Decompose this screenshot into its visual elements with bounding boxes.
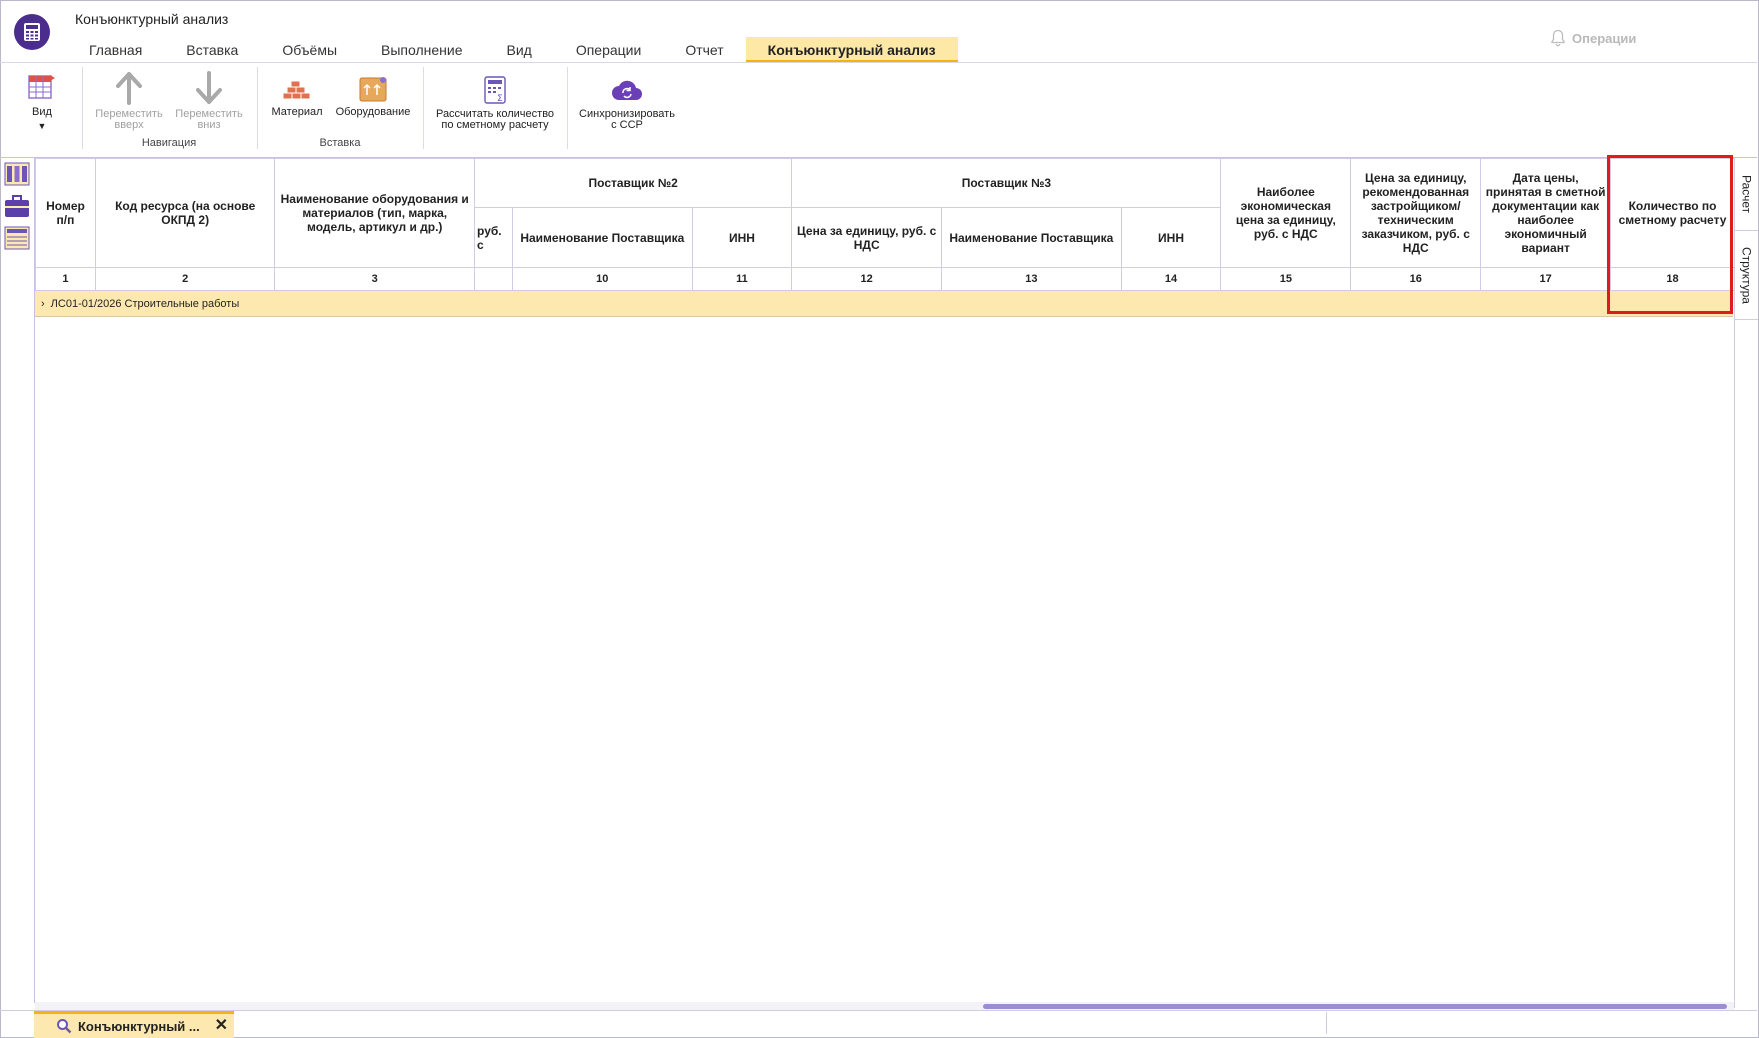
header-economic-price[interactable]: Наиболее экономическая цена за единицу, … bbox=[1220, 158, 1352, 268]
header-resource-code[interactable]: Код ресурса (на основе ОКПД 2) bbox=[94, 158, 276, 268]
columns-icon[interactable] bbox=[4, 161, 30, 187]
view-label: Вид bbox=[32, 106, 52, 118]
ribbon: Вид ▼ Переместить вверх Переместить вниз… bbox=[0, 63, 1757, 157]
operations-button[interactable]: Операции bbox=[1550, 29, 1636, 47]
arrow-up-icon bbox=[116, 72, 142, 105]
estimate-calc-icon: Σ bbox=[484, 76, 506, 104]
col-number-11: 11 bbox=[691, 267, 793, 291]
header-price-date[interactable]: Дата цены, принятая в сметной документац… bbox=[1480, 158, 1612, 268]
col-number-9 bbox=[474, 267, 513, 291]
header-supplier2-inn[interactable]: ИНН bbox=[691, 207, 793, 268]
toolbox-icon[interactable] bbox=[4, 193, 30, 219]
group-row-label: ЛС01-01/2026 Строительные работы bbox=[50, 297, 240, 310]
horizontal-scrollbar[interactable] bbox=[35, 1002, 1734, 1010]
side-tab-structure[interactable]: Структура bbox=[1735, 231, 1758, 320]
header-supplier-2: Поставщик №2 bbox=[474, 158, 793, 208]
tab-report[interactable]: Отчет bbox=[663, 37, 745, 63]
calculator-icon bbox=[24, 23, 40, 41]
navigation-group-label: Навигация bbox=[141, 137, 197, 149]
close-icon[interactable]: ✕ bbox=[215, 1015, 228, 1035]
col-number-2: 2 bbox=[94, 267, 276, 291]
ribbon-separator bbox=[567, 67, 568, 149]
grid-header: Номер п/п Код ресурса (на основе ОКПД 2)… bbox=[35, 158, 1735, 291]
equipment-label: Оборудование bbox=[335, 106, 411, 118]
tab-execution[interactable]: Выполнение bbox=[359, 37, 484, 63]
bricks-icon bbox=[282, 80, 311, 100]
header-name[interactable]: Наименование оборудования и материалов (… bbox=[274, 158, 476, 268]
header-supplier3-name[interactable]: Наименование Поставщика bbox=[941, 207, 1122, 268]
col-number-1: 1 bbox=[35, 267, 96, 291]
col-number-14: 14 bbox=[1120, 267, 1222, 291]
col-number-17: 17 bbox=[1480, 267, 1612, 291]
document-tabs: Конъюнктурный ... ✕ bbox=[0, 1010, 1757, 1038]
move-up-line2: вверх bbox=[114, 119, 144, 131]
tab-view[interactable]: Вид bbox=[485, 37, 554, 63]
tab-market-analysis[interactable]: Конъюнктурный анализ bbox=[745, 37, 958, 63]
app-title: Конъюнктурный анализ bbox=[75, 11, 229, 27]
right-side-panel: Расчет Структура bbox=[1734, 158, 1758, 1008]
calc-quantity-line2: по сметному расчету bbox=[441, 119, 549, 131]
ribbon-separator bbox=[257, 67, 258, 149]
table-view-icon bbox=[28, 75, 55, 99]
analysis-grid: Номер п/п Код ресурса (на основе ОКПД 2)… bbox=[34, 158, 1736, 1003]
app-logo[interactable] bbox=[14, 14, 50, 50]
header-supplier3-inn[interactable]: ИНН bbox=[1120, 207, 1222, 268]
document-tab-label: Конъюнктурный ... bbox=[78, 1018, 200, 1034]
header-recommended-price[interactable]: Цена за единицу, рекомендованная застрой… bbox=[1350, 158, 1482, 268]
header-price-partial[interactable]: руб. с bbox=[474, 207, 513, 268]
search-icon bbox=[57, 1019, 72, 1034]
sync-line2: с ССР bbox=[611, 119, 643, 131]
col-number-3: 3 bbox=[274, 267, 476, 291]
move-down-button[interactable]: Переместить вниз bbox=[172, 71, 246, 131]
calc-quantity-button[interactable]: Σ Рассчитать количество по сметному расч… bbox=[432, 75, 558, 131]
tab-insert[interactable]: Вставка bbox=[164, 37, 260, 63]
cloud-sync-icon bbox=[612, 80, 642, 100]
col-number-16: 16 bbox=[1350, 267, 1482, 291]
col-number-15: 15 bbox=[1220, 267, 1352, 291]
bell-icon bbox=[1551, 29, 1565, 47]
header-supplier3-price[interactable]: Цена за единицу, руб. с НДС bbox=[791, 207, 942, 268]
ribbon-separator bbox=[423, 67, 424, 149]
highlight-box bbox=[1607, 155, 1733, 314]
equipment-button[interactable]: Оборудование bbox=[334, 75, 412, 118]
tab-home[interactable]: Главная bbox=[67, 37, 164, 63]
material-button[interactable]: Материал bbox=[268, 75, 326, 118]
box-icon bbox=[359, 77, 387, 102]
tab-operations[interactable]: Операции bbox=[554, 37, 664, 63]
insert-group-label: Вставка bbox=[319, 137, 361, 149]
svg-text:Σ: Σ bbox=[497, 94, 503, 104]
group-row[interactable]: › ЛС01-01/2026 Строительные работы bbox=[35, 291, 1533, 317]
col-number-10: 10 bbox=[511, 267, 693, 291]
scrollbar-thumb[interactable] bbox=[983, 1004, 1727, 1009]
grid-icon[interactable] bbox=[4, 225, 30, 251]
material-label: Материал bbox=[271, 106, 323, 118]
ribbon-tabs: Главная Вставка Объёмы Выполнение Вид Оп… bbox=[67, 37, 958, 63]
col-number-13: 13 bbox=[941, 267, 1122, 291]
operations-label: Операции bbox=[1572, 30, 1637, 46]
col-number-12: 12 bbox=[791, 267, 942, 291]
status-divider bbox=[1326, 1012, 1327, 1034]
left-toolbar bbox=[0, 158, 33, 1008]
dropdown-arrow-icon: ▼ bbox=[37, 121, 47, 131]
view-button[interactable]: Вид ▼ bbox=[22, 71, 62, 132]
header-supplier-3: Поставщик №3 bbox=[791, 158, 1222, 208]
ribbon-separator bbox=[82, 67, 83, 149]
move-up-button[interactable]: Переместить вверх bbox=[92, 71, 166, 131]
sync-ssr-button[interactable]: Синхронизировать с ССР bbox=[573, 75, 681, 131]
arrow-down-icon bbox=[196, 71, 222, 104]
document-tab[interactable]: Конъюнктурный ... ✕ bbox=[34, 1011, 234, 1038]
side-tab-calc[interactable]: Расчет bbox=[1735, 158, 1758, 231]
move-down-line2: вниз bbox=[197, 119, 221, 131]
tab-volumes[interactable]: Объёмы bbox=[260, 37, 359, 63]
chevron-right-icon[interactable]: › bbox=[41, 298, 45, 310]
header-supplier2-name[interactable]: Наименование Поставщика bbox=[511, 207, 693, 268]
header-number[interactable]: Номер п/п bbox=[35, 158, 96, 268]
